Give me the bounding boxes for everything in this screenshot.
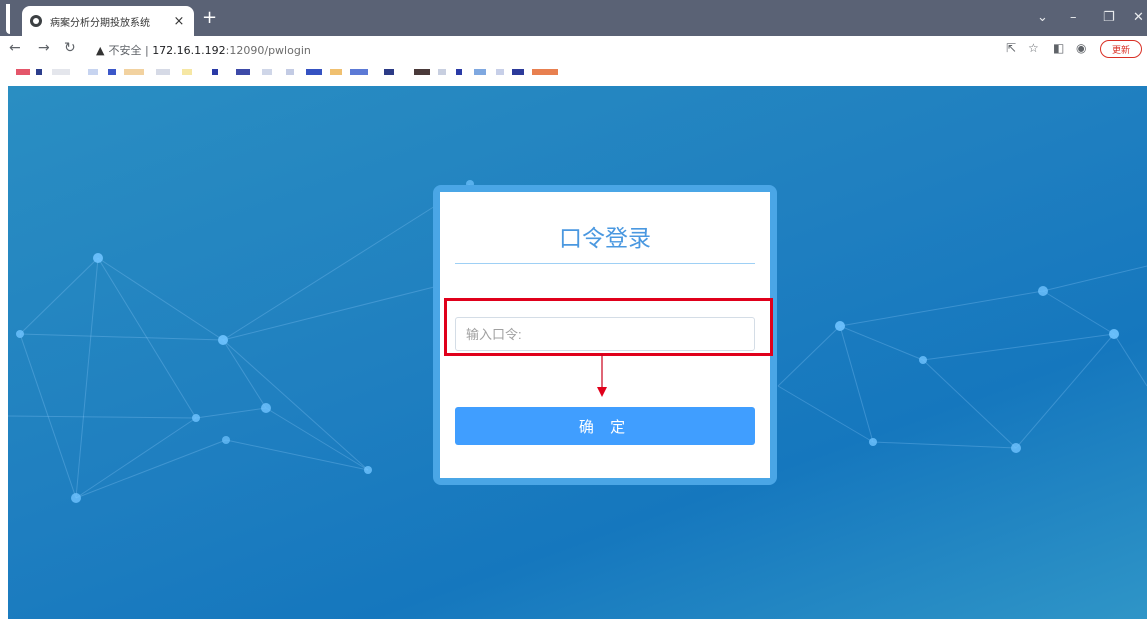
bookmark-item[interactable] xyxy=(36,69,42,75)
tab-search-marker xyxy=(6,4,10,34)
bookmark-item[interactable] xyxy=(496,69,504,75)
bookmark-item[interactable] xyxy=(262,69,272,75)
globe-icon xyxy=(30,15,42,27)
star-icon[interactable]: ☆ xyxy=(1028,41,1039,55)
bookmark-item[interactable] xyxy=(124,69,144,75)
minimize-icon[interactable]: – xyxy=(1070,10,1077,25)
close-window-icon[interactable]: ✕ xyxy=(1133,10,1144,25)
bookmark-item[interactable] xyxy=(182,69,192,75)
bookmark-item[interactable] xyxy=(350,69,368,75)
back-icon[interactable]: ← xyxy=(9,40,21,56)
tab-strip: 病案分析分期投放系统 × + ⌄ – ❐ ✕ xyxy=(0,0,1147,36)
bookmark-item[interactable] xyxy=(306,69,322,75)
bookmark-item[interactable] xyxy=(108,69,116,75)
restore-icon[interactable]: ❐ xyxy=(1103,10,1115,25)
forward-icon[interactable]: → xyxy=(38,40,50,56)
bookmark-item[interactable] xyxy=(384,69,394,75)
bookmark-item[interactable] xyxy=(330,69,342,75)
share-icon[interactable]: ⇱ xyxy=(1006,41,1016,55)
bookmark-item[interactable] xyxy=(474,69,486,75)
update-button[interactable]: 更新 xyxy=(1100,40,1142,58)
bookmark-item[interactable] xyxy=(236,69,250,75)
bookmark-item[interactable] xyxy=(512,69,524,75)
url-insecure-label: 不安全 xyxy=(108,44,142,57)
url-field[interactable]: ▲ 不安全 | 172.16.1.192:12090/pwlogin xyxy=(96,42,311,58)
title-divider xyxy=(455,263,755,264)
profile-icon[interactable]: ◉ xyxy=(1076,41,1086,55)
login-title: 口令登录 xyxy=(559,226,651,252)
bookmark-item[interactable] xyxy=(156,69,170,75)
url-separator: | xyxy=(144,44,149,57)
annotation-highlight-box xyxy=(444,298,773,356)
bookmark-item[interactable] xyxy=(212,69,218,75)
new-tab-button[interactable]: + xyxy=(202,9,217,27)
url-path: :12090/pwlogin xyxy=(225,44,311,57)
bookmark-item[interactable] xyxy=(52,69,70,75)
chevron-down-icon[interactable]: ⌄ xyxy=(1037,10,1048,25)
browser-window: 病案分析分期投放系统 × + ⌄ – ❐ ✕ ← → ↻ ▲ 不安全 | 172.… xyxy=(0,0,1147,619)
login-page: 口令登录 确 定 xyxy=(8,86,1147,619)
reload-icon[interactable]: ↻ xyxy=(64,40,76,56)
browser-tab[interactable]: 病案分析分期投放系统 × xyxy=(22,6,194,36)
side-panel-icon[interactable]: ◧ xyxy=(1053,41,1064,55)
confirm-button[interactable]: 确 定 xyxy=(455,407,755,445)
tab-close-icon[interactable]: × xyxy=(172,14,186,29)
warning-triangle-icon[interactable]: ▲ xyxy=(96,44,104,57)
bookmark-item[interactable] xyxy=(16,69,30,75)
annotation-arrow-icon xyxy=(597,354,607,397)
address-bar: ← → ↻ ▲ 不安全 | 172.16.1.192:12090/pwlogin … xyxy=(0,36,1147,62)
bookmarks-bar xyxy=(0,62,1147,86)
tab-title: 病案分析分期投放系统 xyxy=(50,17,150,29)
bookmark-item[interactable] xyxy=(532,69,558,75)
bookmark-item[interactable] xyxy=(456,69,462,75)
bookmark-item[interactable] xyxy=(88,69,98,75)
url-host: 172.16.1.192 xyxy=(152,44,226,57)
bookmark-item[interactable] xyxy=(438,69,446,75)
bookmark-item[interactable] xyxy=(414,69,430,75)
bookmark-item[interactable] xyxy=(286,69,294,75)
